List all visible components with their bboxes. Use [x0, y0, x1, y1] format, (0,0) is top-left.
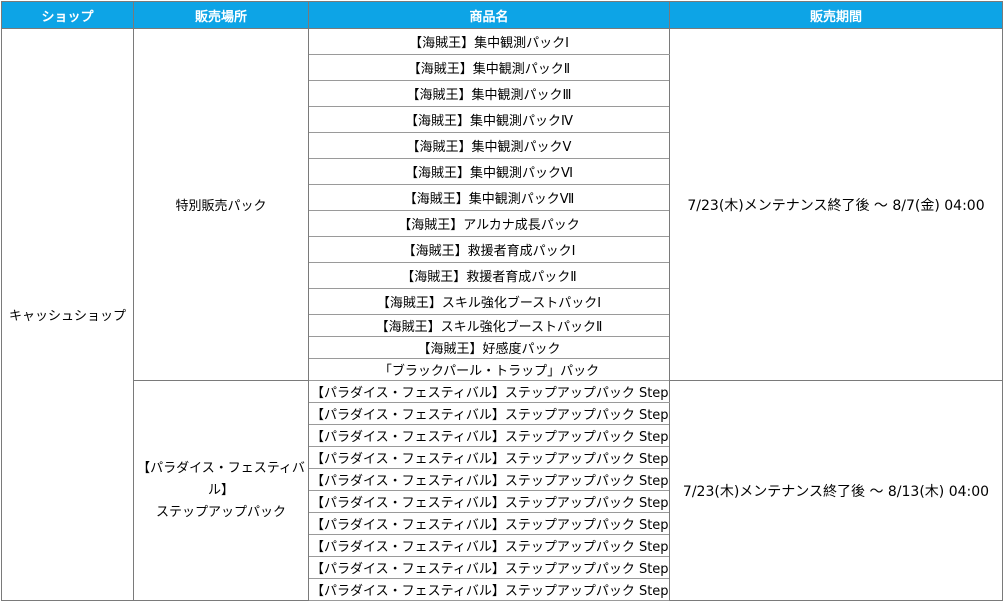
location-line-1: 【パラダイス・フェスティバル】 — [137, 460, 305, 498]
product-cell: 【パラダイス・フェスティバル】ステップアップパック Step 7 — [308, 512, 670, 535]
location-cell-special: 特別販売パック — [133, 28, 309, 381]
product-cell: 【海賊王】集中観測パックⅤ — [308, 132, 670, 159]
table-row: 【パラダイス・フェスティバル】 ステップアップパック 【パラダイス・フェスティバ… — [2, 380, 1003, 601]
product-cell: 【パラダイス・フェスティバル】ステップアップパック Step 2 — [308, 402, 670, 425]
product-cell: 【パラダイス・フェスティバル】ステップアップパック Step 10 — [308, 578, 670, 601]
product-cell: 【海賊王】集中観測パックⅦ — [308, 184, 670, 211]
location-line-2: ステップアップパック — [155, 504, 286, 520]
header-row: ショップ 販売場所 商品名 販売期間 — [1, 1, 1003, 29]
product-cell: 【海賊王】好感度パック — [308, 336, 670, 359]
header-period: 販売期間 — [669, 1, 1003, 29]
product-cell: 「ブラックパール・トラップ」パック — [308, 358, 670, 381]
product-cell: 【海賊王】集中観測パックⅣ — [308, 106, 670, 133]
product-cell: 【パラダイス・フェスティバル】ステップアップパック Step 9 — [308, 556, 670, 579]
header-product: 商品名 — [308, 1, 670, 29]
table-row: キャッシュショップ 特別販売パック 【海賊王】集中観測パックⅠ 7/23(木)メ… — [1, 28, 1003, 601]
product-cell: 【パラダイス・フェスティバル】ステップアップパック Step 5 — [308, 468, 670, 491]
product-cell: 【海賊王】救援者育成パックⅠ — [308, 236, 670, 263]
product-cell: 【パラダイス・フェスティバル】ステップアップパック Step 4 — [308, 446, 670, 469]
product-cell: 【パラダイス・フェスティバル】ステップアップパック Step 1 — [308, 380, 670, 403]
header-shop: ショップ — [1, 1, 134, 29]
header-location: 販売場所 — [133, 1, 309, 29]
product-cell: 【海賊王】集中観測パックⅡ — [308, 54, 670, 81]
product-cell: 【海賊王】集中観測パックⅢ — [308, 80, 670, 107]
product-cell: 【海賊王】スキル強化ブーストパックⅡ — [308, 314, 670, 337]
product-cell: 【海賊王】救援者育成パックⅡ — [308, 262, 670, 289]
product-cell: 【海賊王】スキル強化ブーストパックⅠ — [308, 288, 670, 315]
product-cell: 【海賊王】集中観測パックⅠ — [308, 28, 670, 55]
location-cell-stepup: 【パラダイス・フェスティバル】 ステップアップパック — [133, 380, 309, 601]
product-cell: 【海賊王】集中観測パックⅥ — [308, 158, 670, 185]
sales-table: ショップ 販売場所 商品名 販売期間 キャッシュショップ 特別販売パック 【海賊… — [1, 1, 1003, 601]
product-cell: 【パラダイス・フェスティバル】ステップアップパック Step 8 — [308, 534, 670, 557]
product-cell: 【パラダイス・フェスティバル】ステップアップパック Step 6 — [308, 490, 670, 513]
product-cell: 【パラダイス・フェスティバル】ステップアップパック Step 3 — [308, 424, 670, 447]
product-cell: 【海賊王】アルカナ成長パック — [308, 210, 670, 237]
shop-cell: キャッシュショップ — [1, 28, 134, 601]
period-cell-special: 7/23(木)メンテナンス終了後 ～ 8/7(金) 04:00 — [669, 28, 1003, 381]
period-cell-stepup: 7/23(木)メンテナンス終了後 ～ 8/13(木) 04:00 — [669, 380, 1003, 601]
